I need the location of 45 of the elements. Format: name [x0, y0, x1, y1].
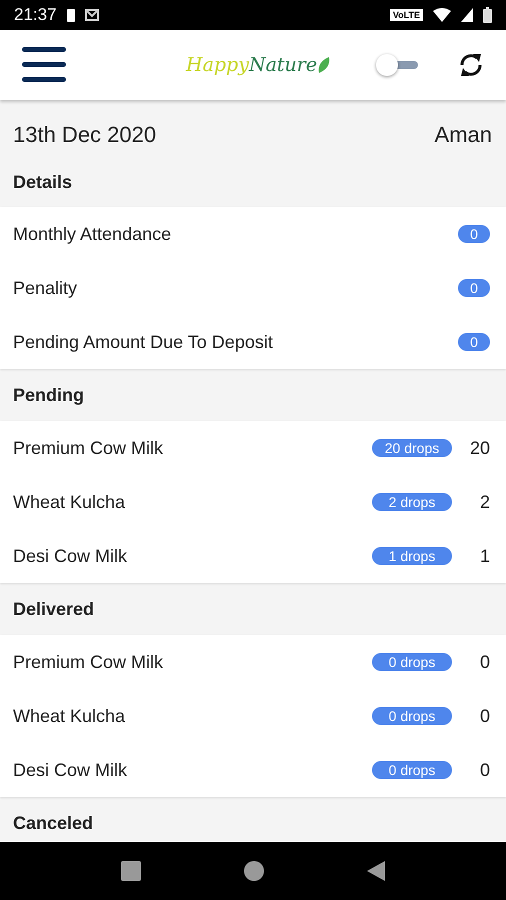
network-label: VoLTE	[390, 9, 423, 21]
section-title: Details	[12, 171, 74, 194]
item-label: Monthly Attendance	[13, 224, 172, 244]
item-label: Pending Amount Due To Deposit	[13, 332, 274, 352]
leaf-icon	[317, 56, 332, 74]
battery-icon	[66, 8, 75, 22]
refresh-icon[interactable]	[458, 51, 484, 79]
back-icon[interactable]	[366, 861, 385, 881]
count-badge: 0 drops	[372, 761, 452, 779]
mail-icon	[84, 9, 99, 21]
signal-icon	[461, 8, 473, 22]
date-label: 13th Dec 2020	[13, 122, 156, 149]
logo: HappyNature	[186, 54, 332, 76]
home-icon[interactable]	[244, 861, 264, 881]
count-badge: 0	[458, 225, 490, 243]
battery-icon	[483, 7, 492, 23]
count-badge: 0 drops	[372, 653, 452, 671]
item-count: 0	[478, 652, 490, 672]
item-label: Wheat Kulcha	[13, 492, 126, 512]
item-count: 0	[478, 706, 490, 726]
section-title: Delivered	[12, 598, 96, 620]
count-badge: 20 drops	[372, 439, 452, 457]
menu-icon[interactable]	[22, 47, 66, 83]
count-badge: 0	[458, 279, 490, 297]
count-badge: 2 drops	[372, 493, 452, 511]
toggle-switch[interactable]	[376, 53, 420, 77]
item-count: 1	[478, 546, 490, 566]
item-count: 2	[478, 492, 490, 512]
item-label: Desi Cow Milk	[13, 760, 128, 780]
item-label: Wheat Kulcha	[13, 706, 126, 726]
item-label: Desi Cow Milk	[13, 546, 128, 566]
item-count: 0	[478, 760, 490, 780]
count-badge: 0 drops	[372, 707, 452, 725]
item-label: Premium Cow Milk	[13, 652, 164, 672]
item-label: Penality	[13, 278, 78, 298]
recents-icon[interactable]	[121, 861, 142, 881]
item-count: 20	[468, 438, 490, 458]
item-label: Premium Cow Milk	[13, 438, 164, 458]
section-title: Canceled	[12, 812, 94, 834]
wifi-icon	[433, 8, 451, 22]
status-time: 21:37	[14, 5, 57, 25]
count-badge: 0	[458, 333, 490, 351]
count-badge: 1 drops	[372, 547, 452, 565]
section-title: Pending	[12, 384, 85, 407]
user-name: Aman	[434, 122, 492, 149]
